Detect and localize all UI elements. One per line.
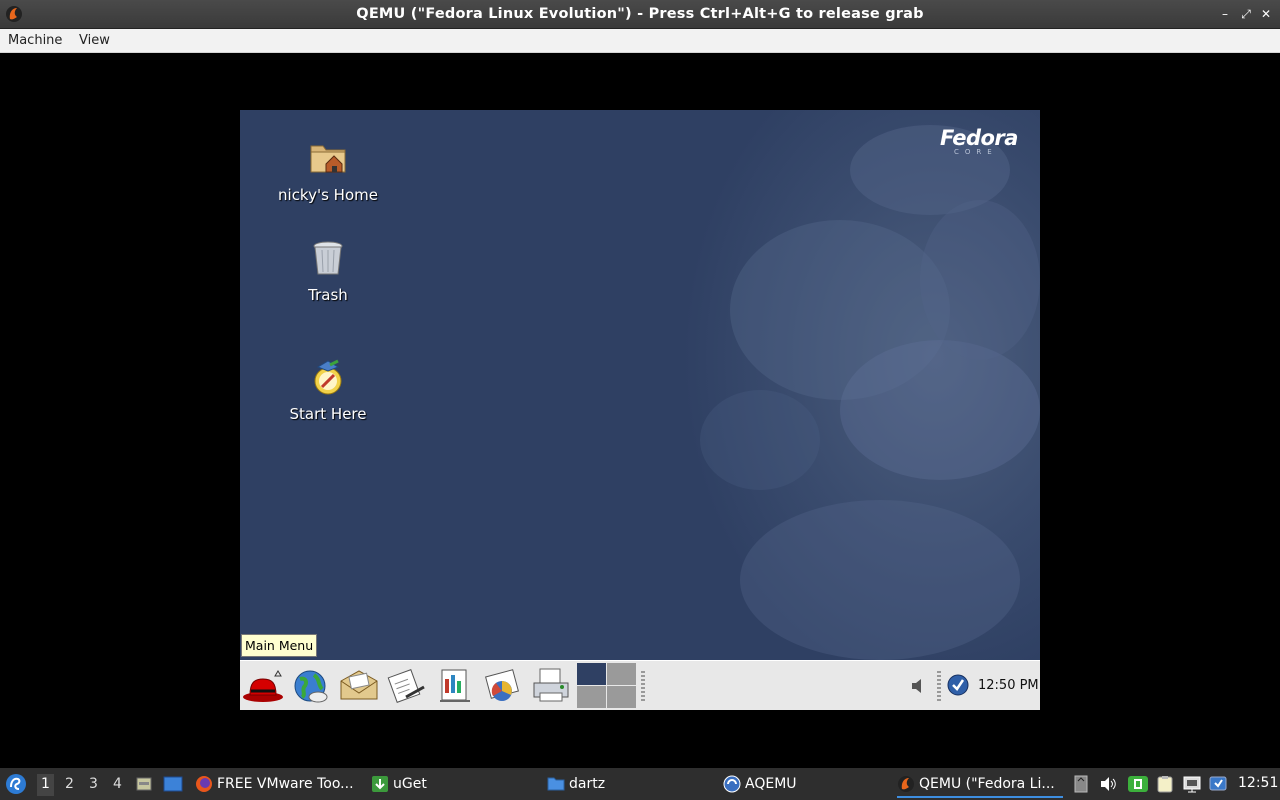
maximize-button[interactable]: ⤢ (1239, 7, 1253, 21)
desktop-icon-home[interactable]: nicky's Home (268, 138, 388, 204)
uget-icon (372, 776, 388, 792)
task-aqemu[interactable]: AQEMU (723, 772, 797, 796)
main-menu-redhat-icon[interactable] (242, 667, 284, 705)
calc-icon[interactable] (482, 667, 524, 705)
panel-drag-handle[interactable] (641, 671, 645, 701)
desktop-icon-label: nicky's Home (278, 186, 378, 204)
tray-notes-icon[interactable] (1072, 775, 1090, 793)
workspace-pager[interactable] (577, 663, 637, 709)
window-titlebar[interactable]: QEMU ("Fedora Linux Evolution") - Press … (0, 0, 1280, 29)
menubar: Machine View (0, 29, 1280, 53)
task-label: uGet (393, 776, 427, 792)
fedora-logo: Fedora (940, 126, 1018, 150)
tray-uget-icon[interactable] (1127, 775, 1149, 793)
volume-icon[interactable] (910, 677, 926, 695)
tray-volume-icon[interactable] (1099, 775, 1117, 793)
aqemu-icon (723, 775, 741, 793)
workspace-4[interactable]: 4 (113, 776, 122, 792)
desktop-icon-label: Trash (308, 286, 348, 304)
impress-icon[interactable] (434, 667, 476, 705)
desktop-icon-start-here[interactable]: Start Here (268, 357, 388, 423)
pager-workspace-2[interactable] (607, 663, 636, 685)
taskbar-clock[interactable]: 12:51 (1238, 775, 1278, 791)
workspace-1[interactable]: 1 (37, 774, 54, 796)
guest-panel: 12:50 PM (240, 660, 1040, 710)
tray-update-icon[interactable] (1209, 775, 1227, 793)
writer-icon[interactable] (386, 667, 428, 705)
task-uget[interactable]: uGet (371, 772, 427, 796)
task-label: AQEMU (745, 776, 797, 792)
trash-icon (313, 241, 343, 275)
home-folder-icon (310, 145, 346, 173)
start-here-icon (314, 359, 342, 395)
fedora-logo-sub: CORE (954, 148, 998, 156)
desktop-icon-label: Start Here (289, 405, 367, 423)
close-button[interactable]: ✕ (1259, 7, 1273, 21)
guest-display[interactable]: Fedora CORE nicky's Home Trash Start Her… (240, 110, 1040, 710)
menu-view[interactable]: View (79, 33, 110, 48)
tray-clipboard-icon[interactable] (1156, 775, 1174, 793)
start-menu-icon[interactable] (5, 773, 27, 795)
tray-network-icon[interactable] (1183, 775, 1201, 793)
pager-workspace-1[interactable] (577, 663, 606, 685)
workspace-3[interactable]: 3 (89, 776, 98, 792)
host-taskbar: 1 2 3 4 FREE VMware Too... uGet dartz AQ… (0, 768, 1280, 800)
menu-machine[interactable]: Machine (8, 33, 62, 48)
email-icon[interactable] (338, 667, 380, 705)
show-desktop-icon[interactable] (163, 775, 183, 793)
task-qemu[interactable]: QEMU ("Fedora Li... (897, 772, 1063, 798)
workspace-2[interactable]: 2 (65, 776, 74, 792)
folder-icon (547, 777, 565, 791)
pager-workspace-4[interactable] (607, 686, 636, 708)
qemu-icon (898, 776, 914, 792)
window-title: QEMU ("Fedora Linux Evolution") - Press … (356, 6, 924, 22)
pager-workspace-3[interactable] (577, 686, 606, 708)
firefox-icon (196, 776, 212, 792)
panel-drag-handle[interactable] (937, 671, 941, 701)
update-checkmark-icon[interactable] (947, 674, 969, 696)
task-label: QEMU ("Fedora Li... (919, 776, 1055, 792)
minimize-button[interactable]: – (1218, 7, 1232, 21)
guest-clock[interactable]: 12:50 PM (978, 678, 1039, 693)
print-manager-icon[interactable] (530, 667, 572, 705)
main-menu-tooltip: Main Menu (241, 634, 318, 657)
desktop-icon-trash[interactable]: Trash (268, 238, 388, 304)
task-label: FREE VMware Too... (217, 776, 354, 792)
task-dartz[interactable]: dartz (547, 772, 605, 796)
task-firefox[interactable]: FREE VMware Too... (195, 772, 354, 796)
task-label: dartz (569, 776, 606, 792)
web-browser-icon[interactable] (290, 667, 332, 705)
file-manager-launcher-icon[interactable] (135, 775, 153, 793)
